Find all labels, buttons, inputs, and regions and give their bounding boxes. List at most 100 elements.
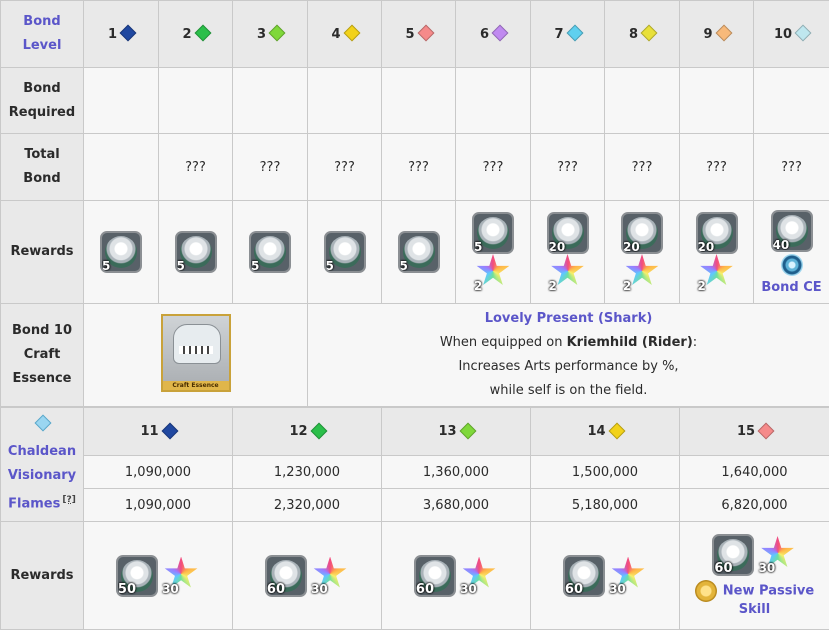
saint-quartz-icon[interactable]: 2: [623, 254, 661, 292]
saint-quartz-icon[interactable]: 30: [460, 556, 498, 595]
reward-cell: 5 2: [455, 200, 531, 304]
new-passive-skill-link-line1[interactable]: New Passive: [723, 584, 814, 599]
bond-gem-icon: [268, 24, 286, 42]
flames-link-line1[interactable]: Chaldean: [1, 440, 83, 464]
level-number: 11: [140, 424, 159, 439]
chaldean-flames-icon: [33, 413, 52, 432]
servant-face-icon[interactable]: 5: [397, 231, 440, 273]
flames-link-line3[interactable]: Flames: [8, 496, 60, 511]
ce-name-link[interactable]: Lovely Present (Shark): [308, 307, 829, 331]
saint-quartz-icon[interactable]: 2: [698, 254, 736, 292]
bond-gem-icon: [119, 24, 137, 42]
level-number: 2: [182, 26, 192, 42]
face-count: 60: [714, 561, 733, 576]
servant-face-icon[interactable]: 5: [472, 212, 514, 254]
servant-face-icon[interactable]: 20: [621, 212, 663, 254]
servant-face-icon[interactable]: 5: [174, 231, 217, 273]
saint-quartz-icon[interactable]: 2: [549, 254, 587, 292]
rewards-row: Rewards 5 5 5 5 5 5 2 20 2 20 2 20 2 40 …: [0, 200, 829, 304]
rewards-header: Rewards: [0, 200, 84, 304]
shark-teeth-graphic: [178, 346, 213, 354]
ce-effect-line2: while self is on the field.: [489, 383, 648, 398]
bond-required-value: 1,090,000: [83, 455, 233, 489]
level-15: 15: [679, 407, 829, 456]
servant-face-icon[interactable]: 5: [100, 231, 142, 273]
bond-required-cell: [158, 67, 233, 134]
bond-gem-icon: [194, 24, 212, 42]
bond-required-cell: [381, 67, 456, 134]
level-number: 8: [628, 26, 639, 42]
ce-effect-line1: Increases Arts performance by %,: [458, 359, 679, 374]
level-number: 14: [587, 424, 606, 439]
level-number: 9: [703, 26, 713, 42]
bond-required-cell: [232, 67, 308, 134]
bond-ce-header: Bond 10 Craft Essence: [0, 303, 84, 407]
bond-ce-row: Bond 10 Craft Essence Craft Essence Love…: [0, 303, 829, 407]
ce-equip-prefix: When equipped on: [439, 335, 567, 350]
bond-level-header[interactable]: Bond Level: [0, 0, 84, 68]
servant-face-icon[interactable]: 60: [413, 554, 456, 597]
total-bond-row-2: 1,090,000 2,320,000 3,680,000 5,180,000 …: [1, 488, 829, 522]
level-3: 3: [232, 0, 308, 68]
bond-required-row-2: 1,090,000 1,230,000 1,360,000 1,500,000 …: [1, 455, 829, 489]
saint-quartz-icon[interactable]: 2: [474, 254, 512, 292]
bond-gem-icon: [794, 24, 812, 42]
new-passive-skill-link-line2[interactable]: Skill: [680, 602, 829, 617]
saint-quartz-icon[interactable]: 30: [759, 536, 797, 574]
total-bond-value: 1,090,000: [83, 488, 233, 522]
total-bond-value: 3,680,000: [381, 488, 531, 522]
bond-gem-icon: [757, 422, 775, 439]
saint-quartz-icon[interactable]: 30: [311, 556, 349, 596]
total-bond-value: ???: [381, 133, 456, 201]
bond-ce-link[interactable]: Bond CE: [754, 280, 829, 295]
total-bond-value: [83, 133, 159, 201]
flames-header: Chaldean Visionary Flames [?]: [0, 407, 84, 522]
total-bond-value: 5,180,000: [530, 488, 680, 522]
bond-gem-icon: [640, 24, 658, 42]
servant-face-icon[interactable]: 50: [115, 554, 158, 597]
bond-level-link-line2[interactable]: Level: [1, 34, 83, 58]
bond-required-value: 1,640,000: [679, 455, 829, 489]
bond-ce-icon[interactable]: [780, 253, 803, 276]
ce-image-cell: Craft Essence: [83, 303, 308, 407]
bond-gem-icon: [310, 422, 328, 439]
saint-quartz-icon[interactable]: 30: [162, 556, 200, 595]
bond-required-cell: [530, 67, 605, 134]
ce-equip-line: When equipped on Kriemhild (Rider):: [308, 331, 829, 355]
face-count: 20: [548, 240, 566, 254]
servant-face-icon[interactable]: 60: [264, 554, 307, 597]
servant-face-icon[interactable]: 5: [323, 231, 366, 273]
level-6: 6: [455, 0, 531, 68]
servant-face-icon[interactable]: 60: [562, 554, 605, 597]
face-count: 60: [564, 581, 584, 597]
level-number: 4: [331, 26, 341, 42]
bond-required-cell: [604, 67, 680, 134]
servant-face-icon[interactable]: 60: [712, 534, 755, 576]
bond-gem-icon: [343, 24, 361, 42]
help-tooltip-link[interactable]: [?]: [62, 495, 75, 505]
level-7: 7: [530, 0, 605, 68]
total-bond-line1: Total: [24, 147, 60, 162]
servant-face-icon[interactable]: 20: [546, 212, 589, 254]
servant-face-icon[interactable]: 20: [695, 212, 738, 254]
rewards-row-2: Rewards 50 30 60 30 60 30 60 30 60 30 Ne…: [0, 521, 829, 630]
reward-cell: 5: [158, 200, 233, 304]
reward-cell: 20 2: [604, 200, 680, 304]
bond-required-header: Bond Required: [0, 67, 84, 134]
star-count: 30: [609, 581, 626, 596]
star-count: 30: [311, 581, 328, 596]
level-14: 14: [530, 407, 680, 456]
total-bond-row: Total Bond ??? ??? ??? ??? ??? ??? ??? ?…: [0, 133, 829, 201]
reward-cell: 20 2: [679, 200, 754, 304]
saint-quartz-icon[interactable]: 30: [609, 556, 647, 596]
servant-face-icon[interactable]: 40: [770, 209, 813, 252]
bond-level-link-line1[interactable]: Bond: [1, 10, 83, 34]
servant-face-icon[interactable]: 5: [249, 231, 291, 273]
craft-essence-image[interactable]: Craft Essence: [160, 314, 231, 392]
star-count: 2: [623, 279, 632, 293]
level-13: 13: [381, 407, 531, 456]
face-count: 60: [415, 581, 435, 597]
bond-required-cell: [753, 67, 829, 134]
reward-cell: 5: [381, 200, 456, 304]
flames-link-line2[interactable]: Visionary: [1, 464, 83, 488]
